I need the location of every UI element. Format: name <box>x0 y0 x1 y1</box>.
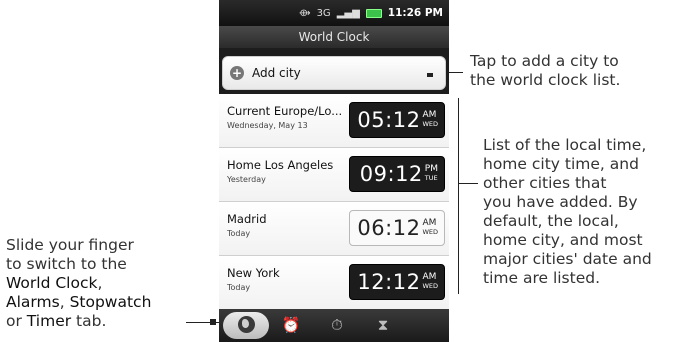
callout-text: home city time, and <box>483 155 639 173</box>
callout-term-stopwatch: Stopwatch <box>69 293 152 311</box>
tab-timer[interactable]: ⧗ <box>363 312 403 339</box>
callout-text: you have added. By <box>483 193 638 211</box>
status-bar: ⟴ 3G ▂▄▆ 11:26 PM <box>219 0 449 26</box>
callout-text: time are listed. <box>483 269 601 287</box>
network-3g-icon: 3G <box>316 7 331 19</box>
clock-day: TUE <box>424 174 438 182</box>
clock-ampm: AM <box>422 272 437 282</box>
callout-text: Slide your finger <box>6 236 134 254</box>
clock-day: WED <box>422 120 438 128</box>
city-row-current[interactable]: Current Europe/Lo... Wednesday, May 13 0… <box>219 94 449 148</box>
city-date: Today <box>227 229 251 238</box>
clock-ampm: AM <box>422 110 437 120</box>
callout-text: default, the local, <box>483 212 619 230</box>
city-clock: 06:12 AM WED <box>349 210 445 246</box>
city-row-new-york[interactable]: New York Today 12:12 AM WED <box>219 256 449 310</box>
add-city-button[interactable]: + Add city <box>222 56 446 90</box>
menu-indicator-icon <box>427 73 433 77</box>
callout-list: List of the local time, home city time, … <box>483 136 652 288</box>
callout-term-world-clock: World Clock <box>6 274 98 292</box>
clock-day: WED <box>422 282 438 290</box>
callout-term-alarms: Alarms <box>6 293 60 311</box>
callout-text: , <box>59 293 65 311</box>
tab-bar: ⏰ ⏱ ⧗ <box>219 309 449 342</box>
callout-text: to switch to the <box>6 255 127 273</box>
battery-icon <box>365 8 382 18</box>
city-date: Yesterday <box>227 175 266 184</box>
callout-term-timer: Timer <box>26 312 72 330</box>
clock-time: 12:12 <box>357 270 421 294</box>
callout-dot-tabs <box>210 319 216 325</box>
callout-bracket-list <box>458 98 459 294</box>
callout-tabs: Slide your finger to switch to the World… <box>6 236 151 331</box>
globe-icon <box>237 316 255 333</box>
callout-text: List of the local time, <box>483 136 647 154</box>
callout-text: tab. <box>76 312 107 330</box>
callout-text: major cities' date and <box>483 250 652 268</box>
callout-text: Tap to add a city to <box>470 52 619 70</box>
signal-icon: ▂▄▆ <box>336 7 360 19</box>
status-time: 11:26 PM <box>387 7 443 19</box>
callout-text: the world clock list. <box>470 71 621 89</box>
city-date: Wednesday, May 13 <box>227 121 308 130</box>
clock-time: 05:12 <box>357 108 421 132</box>
city-row-home[interactable]: Home Los Angeles Yesterday 09:12 PM TUE <box>219 148 449 202</box>
clock-ampm: AM <box>422 218 437 228</box>
callout-text: home city, and most <box>483 231 643 249</box>
city-name: Home Los Angeles <box>227 158 334 172</box>
clock-day: WED <box>422 228 438 236</box>
app-title: World Clock <box>219 26 449 48</box>
gps-icon: ⟴ <box>298 7 311 19</box>
callout-add-city: Tap to add a city to the world clock lis… <box>470 52 620 90</box>
tab-stopwatch[interactable]: ⏱ <box>317 312 357 339</box>
clock-time: 06:12 <box>357 216 421 240</box>
phone-screen: ⟴ 3G ▂▄▆ 11:26 PM World Clock + Add city… <box>219 0 449 342</box>
callout-text: , <box>97 274 103 292</box>
add-city-label: Add city <box>252 66 301 80</box>
callout-text: other cities that <box>483 174 607 192</box>
tab-alarms[interactable]: ⏰ <box>271 312 311 339</box>
city-clock: 12:12 AM WED <box>349 264 445 300</box>
city-date: Today <box>227 283 251 292</box>
clock-time: 09:12 <box>359 162 423 186</box>
city-list: Current Europe/Lo... Wednesday, May 13 0… <box>219 94 449 310</box>
city-clock: 09:12 PM TUE <box>349 156 445 192</box>
callout-text: or <box>6 312 22 330</box>
clock-ampm: PM <box>424 164 438 174</box>
hourglass-icon: ⧗ <box>377 316 389 334</box>
plus-icon: + <box>230 66 244 80</box>
callout-line-list <box>458 183 478 184</box>
tab-world-clock[interactable] <box>223 312 269 339</box>
city-row-madrid[interactable]: Madrid Today 06:12 AM WED <box>219 202 449 256</box>
city-name: New York <box>227 266 280 280</box>
callout-line-add-city <box>449 72 463 73</box>
alarm-clock-icon: ⏰ <box>281 316 301 334</box>
city-name: Madrid <box>227 212 267 226</box>
city-name: Current Europe/Lo... <box>227 104 343 118</box>
city-clock: 05:12 AM WED <box>349 102 445 138</box>
stopwatch-icon: ⏱ <box>331 316 343 334</box>
